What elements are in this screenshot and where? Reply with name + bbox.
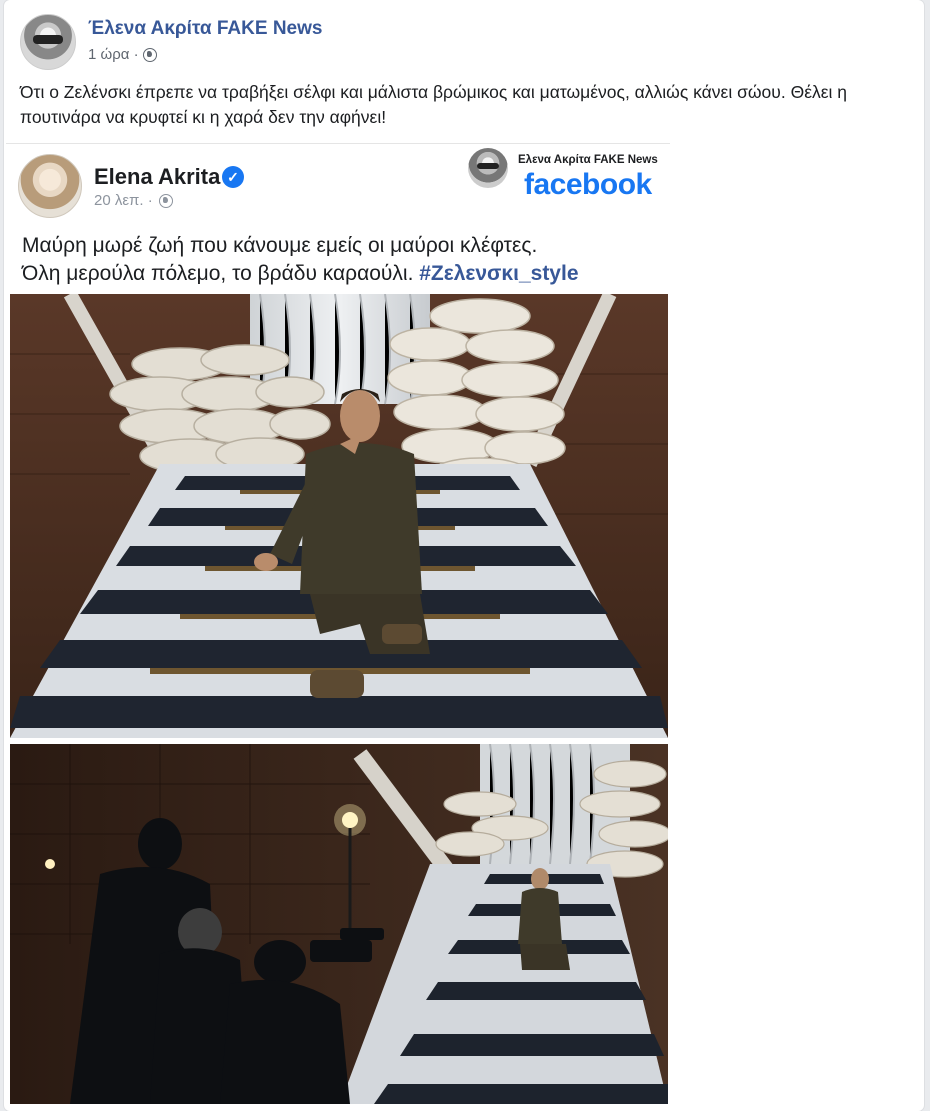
embedded-time: 20 λεπ. · — [94, 192, 153, 209]
photo-behind-the-scenes[interactable] — [10, 744, 668, 1104]
embedded-meta: 20 λεπ. · — [94, 192, 173, 209]
photo-staircase-portrait[interactable] — [10, 294, 668, 738]
watermark-glasses — [477, 163, 499, 169]
watermark-avatar — [468, 148, 508, 188]
facebook-post: Έλενα Ακρίτα FAKE News 1 ώρα · Ότι ο Ζελ… — [4, 0, 924, 1111]
watermark-facebook-logo: facebook — [524, 168, 652, 201]
author-avatar[interactable] — [20, 14, 76, 70]
embedded-author-avatar — [18, 154, 82, 218]
embedded-text-line2: Όλη μερούλα πόλεμο, το βράδυ καραούλι. — [22, 262, 414, 285]
embedded-text-line1: Μαύρη μωρέ ζωή που κάνουμε εμείς οι μαύρ… — [22, 234, 538, 257]
embedded-text: Μαύρη μωρέ ζωή που κάνουμε εμείς οι μαύρ… — [22, 232, 662, 288]
avatar-glasses — [33, 35, 63, 44]
watermark-name: Ελενα Ακρίτα FAKE News — [518, 154, 658, 166]
hashtag-link[interactable]: #Ζελενσκι_style — [419, 262, 578, 285]
globe-icon — [158, 193, 173, 208]
verified-badge-icon: ✓ — [222, 166, 244, 188]
globe-icon[interactable] — [142, 47, 157, 62]
post-meta: 1 ώρα · — [88, 46, 157, 63]
shared-screenshot[interactable]: Elena Akrita ✓ 20 λεπ. · Ελενα Ακρίτα FA… — [6, 143, 670, 1108]
embedded-text-line2-wrap: Όλη μερούλα πόλεμο, το βράδυ καραούλι. #… — [22, 260, 662, 288]
post-time[interactable]: 1 ώρα · — [88, 46, 139, 63]
post-caption: Ότι ο Ζελένσκι έπρεπε να τραβήξει σέλφι … — [20, 82, 848, 127]
author-name[interactable]: Έλενα Ακρίτα FAKE News — [88, 18, 322, 40]
embedded-author-name: Elena Akrita — [94, 164, 221, 189]
